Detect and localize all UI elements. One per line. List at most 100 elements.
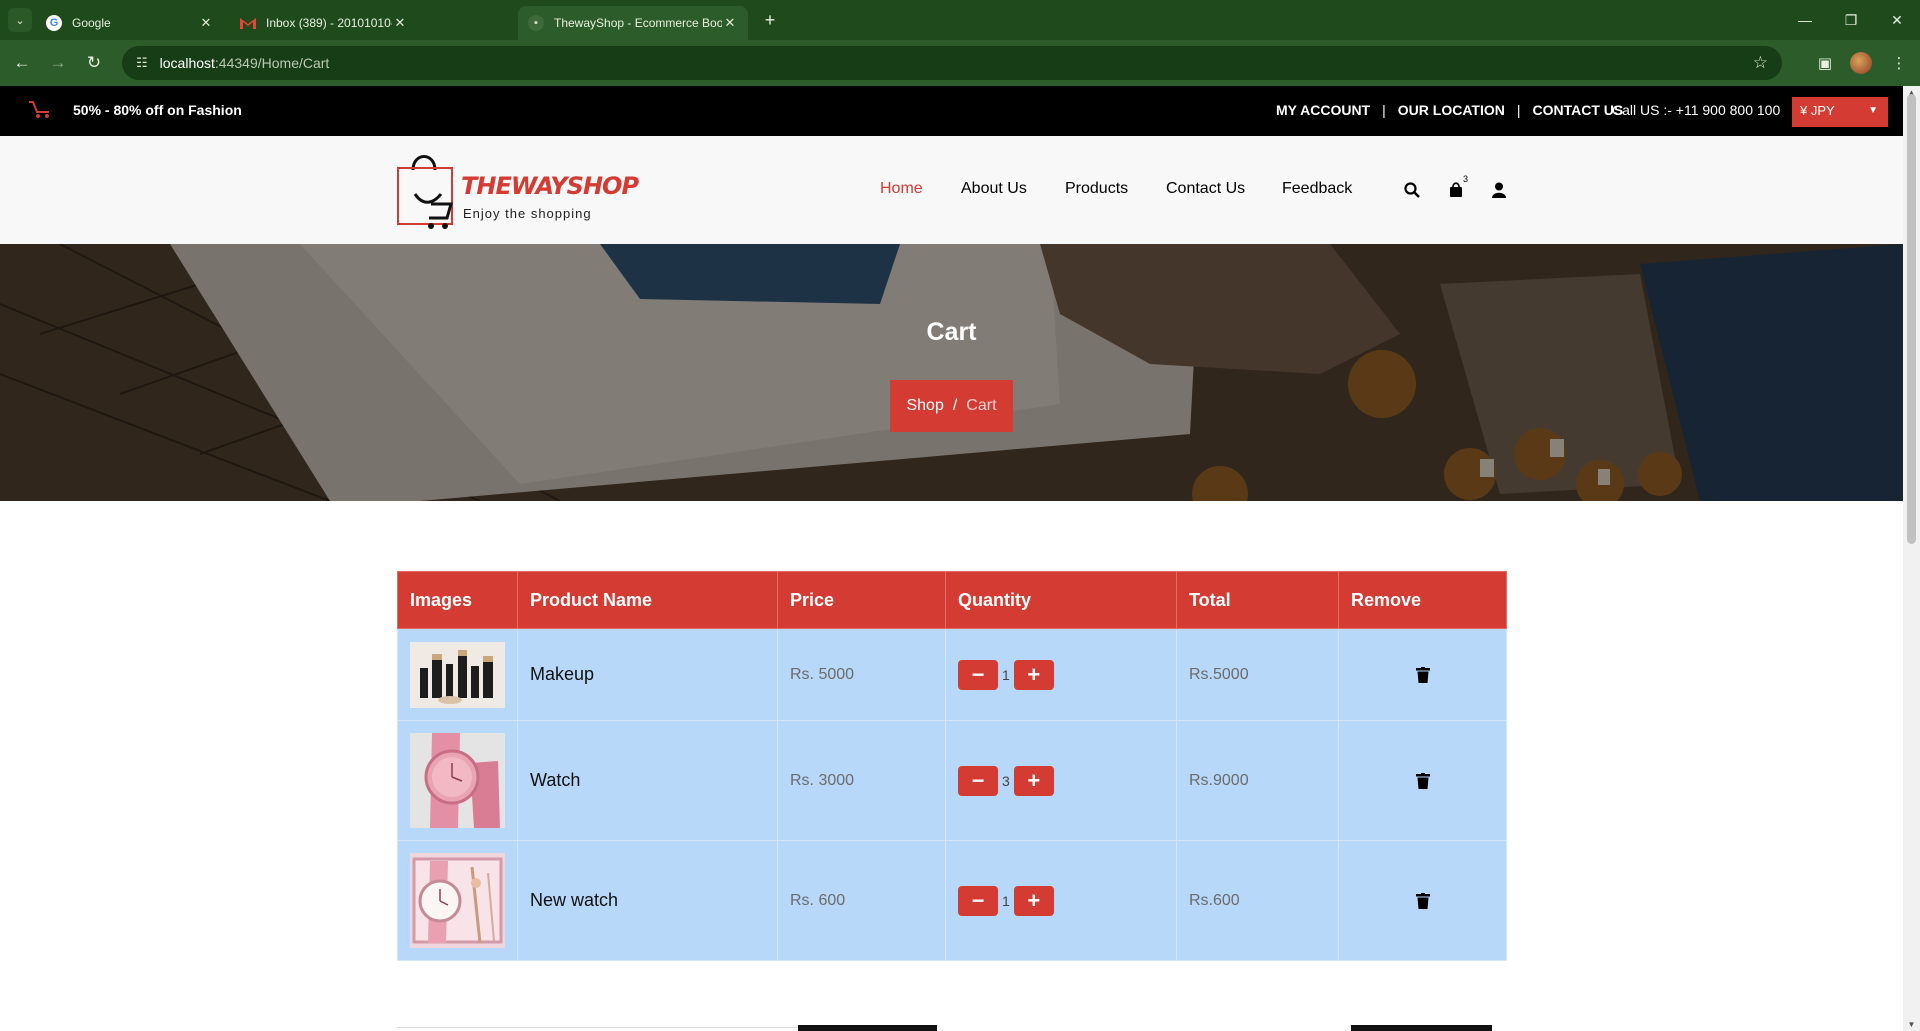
link-separator: | bbox=[1382, 102, 1386, 118]
page-title: Cart bbox=[926, 318, 977, 346]
user-icon[interactable] bbox=[1489, 180, 1509, 200]
column-header-images: Images bbox=[397, 571, 518, 629]
nav-products[interactable]: Products bbox=[1065, 180, 1128, 198]
nav-feedback[interactable]: Feedback bbox=[1282, 180, 1352, 198]
increase-quantity-button[interactable]: + bbox=[1013, 659, 1054, 690]
trash-icon[interactable] bbox=[1415, 892, 1430, 909]
address-bar-row: ← → ↻ ☷ localhost:44349/Home/Cart ☆ ▣ ⋮ bbox=[0, 40, 1920, 86]
tab-gmail[interactable]: Inbox (389) - 20101010-061@u ✕ bbox=[230, 6, 418, 40]
brand-tagline: Enjoy the shopping bbox=[463, 206, 592, 221]
close-tab-icon[interactable]: ✕ bbox=[198, 15, 214, 31]
row-total: Rs.5000 bbox=[1176, 628, 1339, 721]
side-panel-icon[interactable]: ▣ bbox=[1813, 51, 1837, 75]
column-header-price: Price bbox=[777, 571, 946, 629]
site-logo[interactable]: THEWAYSHOP Enjoy the shopping bbox=[395, 150, 639, 236]
table-row: New watch Rs. 600 − 1 + Rs.600 bbox=[397, 840, 1507, 961]
tab-search-button[interactable]: ⌄ bbox=[8, 8, 32, 32]
restore-icon[interactable]: ❐ bbox=[1836, 8, 1866, 32]
url-path: :44349/Home/Cart bbox=[214, 55, 330, 71]
apply-coupon-button-edge[interactable] bbox=[798, 1025, 937, 1031]
increase-quantity-button[interactable]: + bbox=[1013, 885, 1054, 916]
currency-value: ¥ JPY bbox=[1800, 103, 1835, 118]
remove-cell bbox=[1338, 840, 1507, 961]
url-input[interactable]: ☷ localhost:44349/Home/Cart ☆ bbox=[122, 46, 1782, 80]
quantity-stepper: − 1 + bbox=[958, 885, 1164, 916]
back-arrow-icon[interactable]: ← bbox=[10, 51, 34, 75]
bookmark-star-icon[interactable]: ☆ bbox=[1753, 53, 1768, 73]
page-viewport: 50% - 80% off on Fashion MY ACCOUNT | OU… bbox=[0, 86, 1903, 1031]
brand-name: THEWAYSHOP bbox=[461, 172, 639, 200]
shopping-bag-logo-icon bbox=[397, 155, 453, 229]
site-info-icon[interactable]: ☷ bbox=[136, 55, 148, 71]
tab-title: Google bbox=[72, 16, 111, 30]
new-tab-button[interactable]: + bbox=[758, 8, 782, 32]
quantity-cell: − 1 + bbox=[945, 628, 1177, 721]
remove-cell bbox=[1338, 720, 1507, 841]
remove-cell bbox=[1338, 628, 1507, 721]
product-price: Rs. 5000 bbox=[777, 628, 946, 721]
url-host: localhost bbox=[159, 55, 215, 71]
close-tab-icon[interactable]: ✕ bbox=[722, 15, 738, 31]
browser-menu-icon[interactable]: ⋮ bbox=[1887, 51, 1911, 75]
product-price: Rs. 600 bbox=[777, 840, 946, 961]
tab-thewayshop[interactable]: ▪ ThewayShop - Ecommerce Boo ✕ bbox=[518, 6, 748, 40]
tab-google[interactable]: G Google ✕ bbox=[36, 6, 224, 40]
product-image-cell bbox=[397, 720, 518, 841]
cart-table-header: Images Product Name Price Quantity Total… bbox=[397, 571, 1507, 629]
coupon-input-edge[interactable] bbox=[397, 1027, 797, 1028]
link-separator: | bbox=[1516, 102, 1521, 118]
table-row: Watch Rs. 3000 − 3 + Rs.9000 bbox=[397, 720, 1507, 841]
product-name[interactable]: Makeup bbox=[517, 628, 778, 721]
search-icon[interactable] bbox=[1402, 180, 1422, 200]
breadcrumb-current: Cart bbox=[966, 397, 997, 414]
close-tab-icon[interactable]: ✕ bbox=[392, 15, 408, 31]
decrease-quantity-button[interactable]: − bbox=[958, 885, 998, 916]
product-name[interactable]: Watch bbox=[517, 720, 778, 841]
nav-contact-us[interactable]: Contact Us bbox=[1166, 180, 1245, 198]
breadcrumb-separator: / bbox=[952, 397, 958, 414]
google-favicon-icon: G bbox=[46, 15, 62, 31]
call-us-text: Call US :- +11 900 800 100 bbox=[1612, 102, 1781, 118]
trash-icon[interactable] bbox=[1415, 772, 1430, 789]
product-image-cell bbox=[397, 840, 518, 961]
quantity-cell: − 3 + bbox=[945, 720, 1177, 841]
update-cart-button-edge[interactable] bbox=[1351, 1025, 1492, 1031]
promo-bar: 50% - 80% off on Fashion MY ACCOUNT | OU… bbox=[0, 86, 1903, 136]
scroll-down-arrow-icon[interactable]: ▼ bbox=[1903, 1020, 1920, 1029]
product-name[interactable]: New watch bbox=[517, 840, 778, 961]
increase-quantity-button[interactable]: + bbox=[1013, 765, 1054, 796]
breadcrumb-shop-link[interactable]: Shop bbox=[906, 397, 943, 415]
my-account-link[interactable]: MY ACCOUNT bbox=[1276, 102, 1370, 118]
top-links: MY ACCOUNT | OUR LOCATION | CONTACT US bbox=[1276, 102, 1623, 118]
close-window-icon[interactable]: ✕ bbox=[1882, 8, 1912, 32]
profile-avatar[interactable] bbox=[1850, 52, 1872, 74]
forward-arrow-icon[interactable]: → bbox=[46, 51, 70, 75]
site-header: THEWAYSHOP Enjoy the shopping Home About… bbox=[0, 136, 1903, 244]
site-favicon-icon: ▪ bbox=[528, 15, 544, 31]
nav-about-us[interactable]: About Us bbox=[961, 180, 1027, 198]
nav-home[interactable]: Home bbox=[880, 180, 923, 198]
reload-icon[interactable]: ↻ bbox=[82, 51, 106, 75]
offer-text: 50% - 80% off on Fashion bbox=[73, 102, 242, 118]
minimize-icon[interactable]: — bbox=[1790, 8, 1820, 32]
our-location-link[interactable]: OUR LOCATION bbox=[1398, 102, 1505, 118]
browser-tab-bar: ⌄ G Google ✕ Inbox (389) - 20101010-061@… bbox=[0, 0, 1920, 40]
cart-table: Images Product Name Price Quantity Total… bbox=[397, 571, 1507, 961]
currency-select[interactable]: ¥ JPY ▼ bbox=[1792, 97, 1888, 127]
contact-us-link[interactable]: CONTACT US bbox=[1532, 102, 1623, 118]
scrollbar-thumb[interactable] bbox=[1907, 94, 1916, 544]
quantity-value: 3 bbox=[1002, 772, 1010, 789]
new-watch-product-image[interactable] bbox=[410, 853, 505, 948]
gmail-favicon-icon bbox=[240, 15, 256, 31]
page-scrollbar[interactable]: ▲ ▼ bbox=[1903, 86, 1920, 1031]
column-header-total: Total bbox=[1176, 571, 1339, 629]
trash-icon[interactable] bbox=[1415, 666, 1430, 683]
decrease-quantity-button[interactable]: − bbox=[958, 765, 998, 796]
pink-watch-product-image[interactable] bbox=[410, 733, 505, 828]
decrease-quantity-button[interactable]: − bbox=[958, 659, 998, 690]
product-image-cell bbox=[397, 628, 518, 721]
quantity-stepper: − 1 + bbox=[958, 659, 1164, 690]
caret-down-icon: ▼ bbox=[1868, 105, 1878, 116]
column-header-product-name: Product Name bbox=[517, 571, 778, 629]
makeup-product-image[interactable] bbox=[410, 641, 505, 708]
